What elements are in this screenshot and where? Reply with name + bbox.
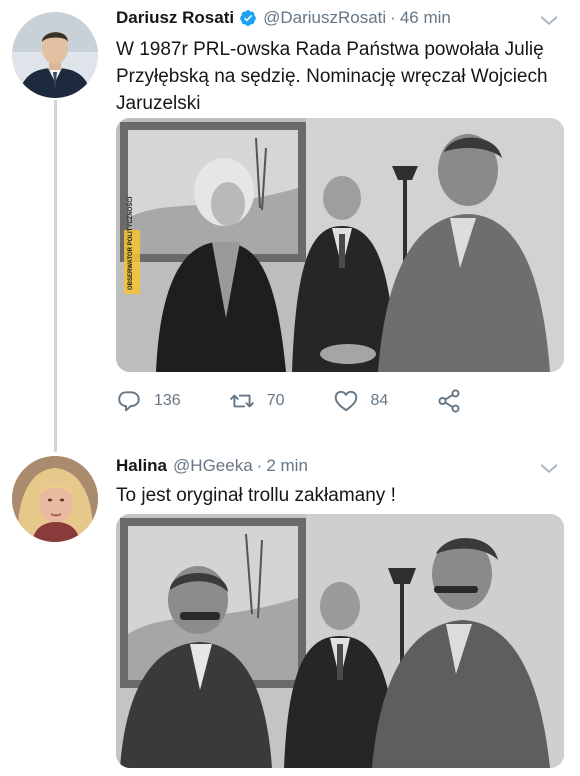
share-icon xyxy=(438,389,460,413)
retweet-count: 70 xyxy=(266,392,285,409)
avatar[interactable] xyxy=(12,12,98,98)
tweet-header: Halina @HGeeka · 2 min xyxy=(116,456,564,476)
author-handle[interactable]: @HGeeka xyxy=(173,456,253,476)
chevron-down-icon[interactable] xyxy=(538,458,560,480)
tweet-text: W 1987r PRL-owska Rada Państwa powołała … xyxy=(116,39,548,114)
avatar[interactable] xyxy=(12,456,98,542)
photo-watermark: OBSERWATOR POLITYCZNOŚCI xyxy=(127,196,134,290)
separator-dot: · xyxy=(256,456,263,475)
author-handle[interactable]: @DariuszRosati xyxy=(263,8,386,28)
share-button[interactable] xyxy=(436,388,474,414)
like-button[interactable]: 84 xyxy=(333,388,389,414)
retweet-button[interactable]: 70 xyxy=(229,388,285,414)
tweet-photo[interactable]: OBSERWATOR POLITYCZNOŚCI xyxy=(116,118,564,372)
author-name[interactable]: Dariusz Rosati xyxy=(116,8,234,28)
separator-dot: · xyxy=(390,8,396,27)
chevron-down-icon[interactable] xyxy=(538,10,560,32)
author-name[interactable]: Halina xyxy=(116,456,167,476)
timestamp[interactable]: 46 min xyxy=(400,8,451,28)
tweet-actions: 136 70 84 xyxy=(116,388,474,414)
verified-icon xyxy=(240,10,256,26)
like-icon xyxy=(334,390,357,412)
retweet-icon xyxy=(229,394,254,408)
tweet-header: Dariusz Rosati @DariuszRosati · 46 min xyxy=(116,8,564,28)
tweet-photo[interactable] xyxy=(116,514,564,768)
reply-icon xyxy=(118,391,140,412)
tweet-text: To jest oryginał trollu zakłamany ! xyxy=(116,485,396,506)
reply-count: 136 xyxy=(154,392,181,409)
tweet-halina[interactable]: Halina @HGeeka · 2 min To jest oryginał … xyxy=(0,448,580,776)
like-count: 84 xyxy=(370,392,389,409)
reply-button[interactable]: 136 xyxy=(116,388,181,414)
tweet-rosati[interactable]: Dariusz Rosati @DariuszRosati · 46 min W… xyxy=(0,0,580,440)
timestamp[interactable]: 2 min xyxy=(266,456,308,476)
